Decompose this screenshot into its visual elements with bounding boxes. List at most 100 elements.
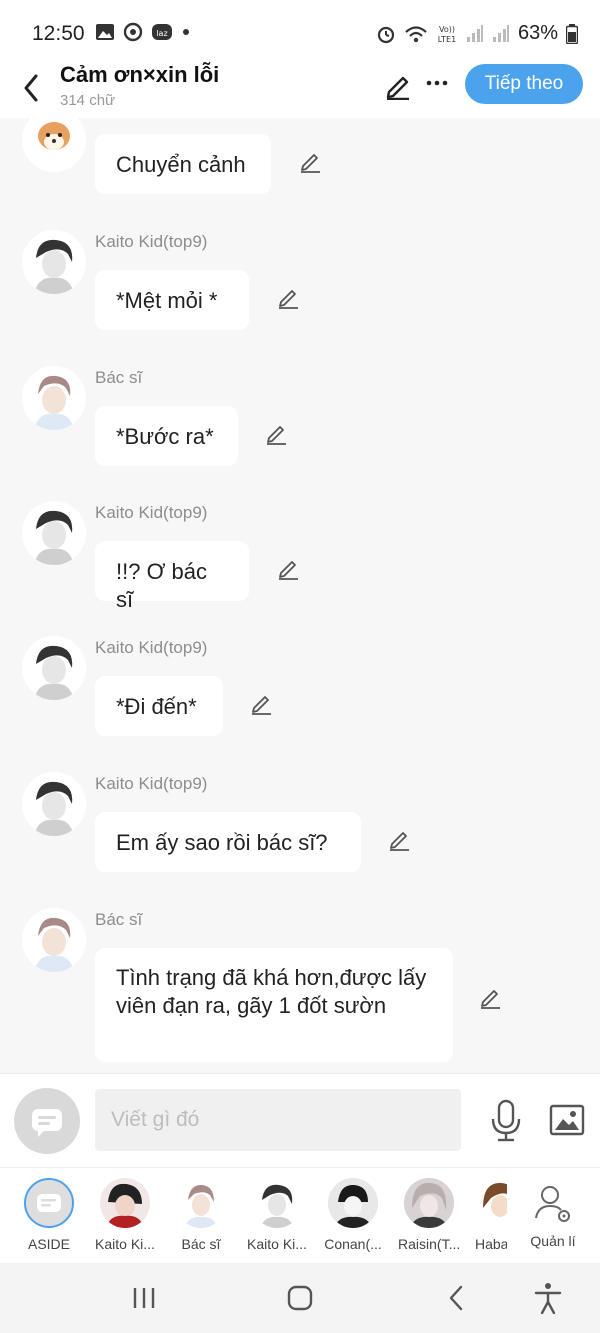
status-time: 12:50 xyxy=(32,22,85,45)
character-label: Kaito Ki... xyxy=(247,1236,307,1252)
kaito-avatar[interactable] xyxy=(22,772,86,836)
sender-name: Kaito Kid(top9) xyxy=(95,503,208,522)
svg-text:laz: laz xyxy=(156,29,167,38)
message-bubble[interactable]: Em ấy sao rồi bác sĩ? xyxy=(95,812,361,872)
character-label: Kaito Ki... xyxy=(95,1236,155,1252)
insert-image-button[interactable] xyxy=(549,1104,585,1136)
manage-characters-button[interactable]: Quản lí xyxy=(523,1178,583,1249)
voice-input-button[interactable] xyxy=(488,1099,524,1143)
battery-icon xyxy=(566,23,578,44)
doctor-avatar[interactable] xyxy=(22,366,86,430)
edit-title-button[interactable] xyxy=(383,70,413,101)
kaito-red-avatar xyxy=(100,1178,150,1228)
edit-message-button[interactable] xyxy=(264,420,290,446)
pencil-icon xyxy=(252,696,271,715)
app-header: Cảm ơn×xin lỗi 314 chữ Tiếp theo xyxy=(0,62,600,118)
volte-icon: Vo))LTE1 xyxy=(438,25,456,44)
character-kaito-2[interactable]: Kaito Ki... xyxy=(247,1178,307,1252)
lazada-icon: laz xyxy=(152,24,172,40)
system-back-button[interactable] xyxy=(438,1281,474,1315)
chevron-left-icon xyxy=(24,74,38,102)
character-label: Conan(... xyxy=(324,1236,382,1252)
message-bubble[interactable]: *Mệt mỏi * xyxy=(95,270,249,330)
character-raisin[interactable]: Raisin(T... xyxy=(398,1178,460,1252)
haba-avatar xyxy=(475,1178,507,1228)
doctor-avatar xyxy=(176,1178,226,1228)
kaito-avatar[interactable] xyxy=(22,501,86,565)
wifi-icon xyxy=(405,25,427,42)
image-icon xyxy=(549,1104,585,1136)
pencil-icon xyxy=(301,154,320,173)
character-conan[interactable]: Conan(... xyxy=(323,1178,383,1252)
next-button[interactable]: Tiếp theo xyxy=(465,64,583,104)
more-horizontal-icon xyxy=(426,80,448,86)
message-bubble-icon xyxy=(32,1109,62,1137)
message-bubble[interactable]: *Bước ra* xyxy=(95,406,238,466)
sync-icon xyxy=(123,22,143,42)
status-icons-right: Vo)) LTE1 63% xyxy=(376,22,578,45)
sender-name: Bác sĩ xyxy=(95,368,143,387)
raisin-avatar xyxy=(404,1178,454,1228)
alarm-icon xyxy=(377,26,395,43)
pencil-icon xyxy=(279,290,298,309)
pencil-icon xyxy=(481,990,500,1009)
signal-icon xyxy=(466,24,483,42)
microphone-icon xyxy=(491,1099,521,1142)
home-button[interactable] xyxy=(282,1281,318,1315)
page-title: Cảm ơn×xin lỗi xyxy=(60,62,220,87)
word-count: 314 chữ xyxy=(60,92,116,109)
edit-message-button[interactable] xyxy=(478,984,504,1010)
character-doctor[interactable]: Bác sĩ xyxy=(171,1178,231,1252)
status-icons-left: laz xyxy=(95,22,191,42)
message-bubble[interactable]: Chuyển cảnh xyxy=(95,134,271,194)
character-selector: ASIDE Kaito Ki... Bác sĩ Kaito Ki... Con… xyxy=(0,1167,600,1264)
recent-apps-icon xyxy=(133,1288,155,1308)
shiba-avatar[interactable] xyxy=(22,118,86,172)
user-settings-icon xyxy=(535,1186,570,1222)
doctor-avatar[interactable] xyxy=(22,908,86,972)
pencil-icon xyxy=(390,832,409,851)
svg-text:LTE1: LTE1 xyxy=(438,35,456,44)
character-label: ASIDE xyxy=(27,1236,70,1252)
signal-icon xyxy=(492,24,509,42)
accessibility-icon xyxy=(534,1283,562,1315)
character-label: Haba xyxy=(475,1236,507,1252)
edit-message-button[interactable] xyxy=(276,284,302,310)
more-options-button[interactable] xyxy=(422,68,452,98)
status-bar: 12:50 laz Vo)) LTE1 63% xyxy=(0,0,600,62)
message-bubble[interactable]: !!? Ơ bác sĩ xyxy=(95,541,249,612)
sender-name: Kaito Kid(top9) xyxy=(95,232,208,251)
pencil-icon xyxy=(279,561,298,580)
character-kaito-1[interactable]: Kaito Ki... xyxy=(95,1178,155,1252)
sender-name: Kaito Kid(top9) xyxy=(95,774,208,793)
system-nav-bar xyxy=(0,1263,600,1333)
svg-text:Vo)): Vo)) xyxy=(439,25,455,34)
back-button[interactable] xyxy=(16,70,46,106)
character-label: Bác sĩ xyxy=(181,1236,221,1252)
recent-apps-button[interactable] xyxy=(126,1281,162,1315)
pencil-icon xyxy=(267,426,286,445)
home-icon xyxy=(287,1285,313,1311)
edit-message-button[interactable] xyxy=(298,148,324,174)
kaito-avatar[interactable] xyxy=(22,636,86,700)
character-aside[interactable]: ASIDE xyxy=(19,1178,79,1252)
conan-avatar xyxy=(328,1178,378,1228)
aside-toggle-button[interactable] xyxy=(14,1088,80,1154)
battery-percent: 63% xyxy=(517,22,558,44)
sender-name: Bác sĩ xyxy=(95,910,143,929)
message-bubble[interactable]: Tình trạng đã khá hơn,được lấy viên đạn … xyxy=(95,948,453,1062)
aside-icon xyxy=(24,1178,74,1228)
edit-message-button[interactable] xyxy=(387,826,413,852)
message-input[interactable] xyxy=(95,1089,461,1151)
gallery-icon xyxy=(96,24,114,40)
message-list[interactable]: Chuyển cảnh Kaito Kid(top9) *Mệt mỏi * B… xyxy=(0,118,600,1073)
character-haba[interactable]: Haba xyxy=(475,1178,507,1252)
accessibility-button[interactable] xyxy=(530,1281,566,1315)
message-bubble[interactable]: *Đi đến* xyxy=(95,676,223,736)
kaito-avatar xyxy=(252,1178,302,1228)
character-label: Quản lí xyxy=(530,1233,576,1249)
kaito-avatar[interactable] xyxy=(22,230,86,294)
edit-message-button[interactable] xyxy=(249,690,275,716)
character-label: Raisin(T... xyxy=(398,1236,460,1252)
edit-message-button[interactable] xyxy=(276,555,302,581)
